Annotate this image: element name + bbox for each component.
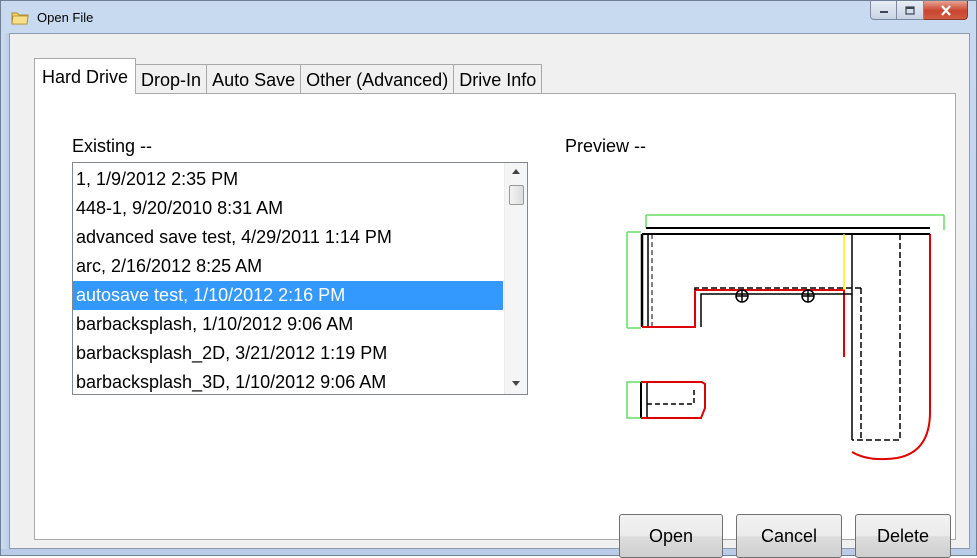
list-item[interactable]: barbacksplash_2D, 3/21/2012 1:19 PM: [73, 339, 503, 368]
hard-drive-panel: Existing -- 1, 1/9/2012 2:35 PM 448-1, 9…: [34, 93, 956, 558]
folder-icon: [11, 12, 29, 25]
list-item[interactable]: barbacksplash, 1/10/2012 9:06 AM: [73, 310, 503, 339]
tab-hard-drive[interactable]: Hard Drive: [34, 58, 137, 94]
minimize-icon: [879, 11, 888, 13]
list-item[interactable]: advanced save test, 4/29/2011 1:14 PM: [73, 223, 503, 252]
list-scrollbar[interactable]: [504, 163, 527, 394]
cancel-button[interactable]: Cancel: [736, 514, 842, 558]
tab-other-advanced[interactable]: Other (Advanced): [300, 64, 455, 94]
list-item[interactable]: 1, 1/9/2012 2:35 PM: [73, 165, 503, 194]
list-item[interactable]: barbacksplash_3D, 1/10/2012 9:06 AM: [73, 368, 503, 394]
list-item[interactable]: arc, 2/16/2012 8:25 AM: [73, 252, 503, 281]
title-bar[interactable]: Open File: [1, 1, 976, 33]
seam-marker: [801, 289, 815, 303]
list-item[interactable]: 448-1, 9/20/2010 8:31 AM: [73, 194, 503, 223]
delete-button[interactable]: Delete: [855, 514, 951, 558]
window-controls: [870, 1, 968, 21]
window-frame-left: [1, 33, 9, 549]
existing-label: Existing --: [72, 136, 153, 156]
preview-main-piece: [626, 214, 945, 461]
tab-auto-save[interactable]: Auto Save: [206, 64, 302, 94]
open-button[interactable]: Open: [619, 514, 723, 558]
maximize-icon: [905, 5, 915, 15]
window-title: Open File: [37, 10, 94, 25]
open-file-window: Open File Hard Drive Drop-In Auto Save O…: [0, 0, 977, 558]
maximize-button[interactable]: [897, 1, 924, 20]
existing-files-list[interactable]: 1, 1/9/2012 2:35 PM 448-1, 9/20/2010 8:3…: [72, 162, 528, 395]
tab-drop-in[interactable]: Drop-In: [135, 64, 208, 94]
scroll-down-button[interactable]: [505, 375, 527, 393]
preview-small-piece: [626, 381, 706, 419]
tab-strip: Hard Drive Drop-In Auto Save Other (Adva…: [34, 58, 543, 94]
dialog-client-area: Hard Drive Drop-In Auto Save Other (Adva…: [9, 33, 970, 558]
preview-label: Preview --: [565, 136, 647, 156]
tab-drive-info[interactable]: Drive Info: [453, 64, 543, 94]
scroll-up-button[interactable]: [505, 163, 527, 181]
list-item-selected[interactable]: autosave test, 1/10/2012 2:16 PM: [73, 281, 503, 310]
minimize-button[interactable]: [870, 1, 897, 20]
scroll-down-icon: [512, 381, 520, 386]
preview-drawing: [626, 214, 945, 461]
close-button[interactable]: [924, 1, 968, 20]
close-icon: [940, 4, 951, 16]
scroll-thumb[interactable]: [509, 185, 524, 205]
seam-marker: [735, 289, 749, 303]
scroll-up-icon: [512, 169, 520, 174]
